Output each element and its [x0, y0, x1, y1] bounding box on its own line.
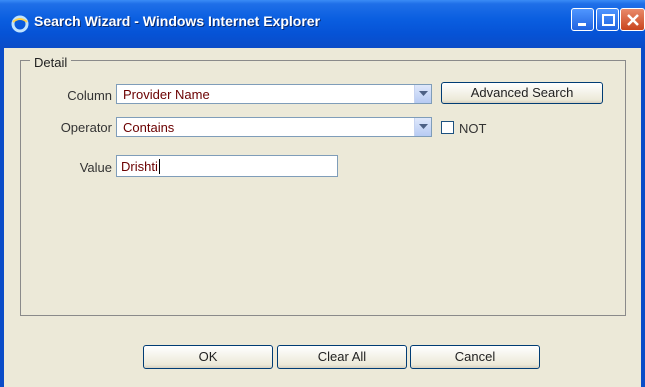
chevron-down-icon — [419, 124, 428, 129]
minimize-icon — [578, 23, 586, 26]
operator-label: Operator — [60, 120, 112, 135]
title-bar[interactable]: Search Wizard - Windows Internet Explore… — [0, 0, 645, 48]
value-input-text: Drishti — [121, 159, 158, 174]
operator-select[interactable]: Contains — [116, 117, 432, 137]
minimize-button[interactable] — [571, 8, 594, 31]
column-select[interactable]: Provider Name — [116, 84, 432, 104]
cancel-button[interactable]: Cancel — [410, 345, 540, 369]
ok-button[interactable]: OK — [143, 345, 273, 369]
text-caret — [158, 159, 160, 174]
column-label: Column — [67, 88, 112, 103]
value-label: Value — [79, 160, 112, 175]
column-dropdown-button[interactable] — [414, 85, 431, 103]
operator-dropdown-button[interactable] — [414, 118, 431, 136]
internet-explorer-icon — [11, 15, 29, 33]
detail-legend: Detail — [30, 55, 72, 70]
advanced-search-button[interactable]: Advanced Search — [441, 82, 603, 104]
window-title: Search Wizard - Windows Internet Explore… — [34, 13, 321, 29]
chevron-down-icon — [419, 91, 428, 96]
close-button[interactable] — [620, 8, 645, 31]
close-icon — [627, 14, 639, 26]
not-checkbox[interactable] — [441, 121, 454, 134]
not-label: NOT — [459, 121, 487, 136]
value-input[interactable]: Drishti — [116, 155, 338, 177]
operator-select-value: Contains — [123, 120, 175, 135]
maximize-icon — [602, 14, 615, 26]
maximize-button[interactable] — [596, 8, 619, 31]
column-select-value: Provider Name — [123, 87, 210, 102]
clear-all-button[interactable]: Clear All — [277, 345, 407, 369]
